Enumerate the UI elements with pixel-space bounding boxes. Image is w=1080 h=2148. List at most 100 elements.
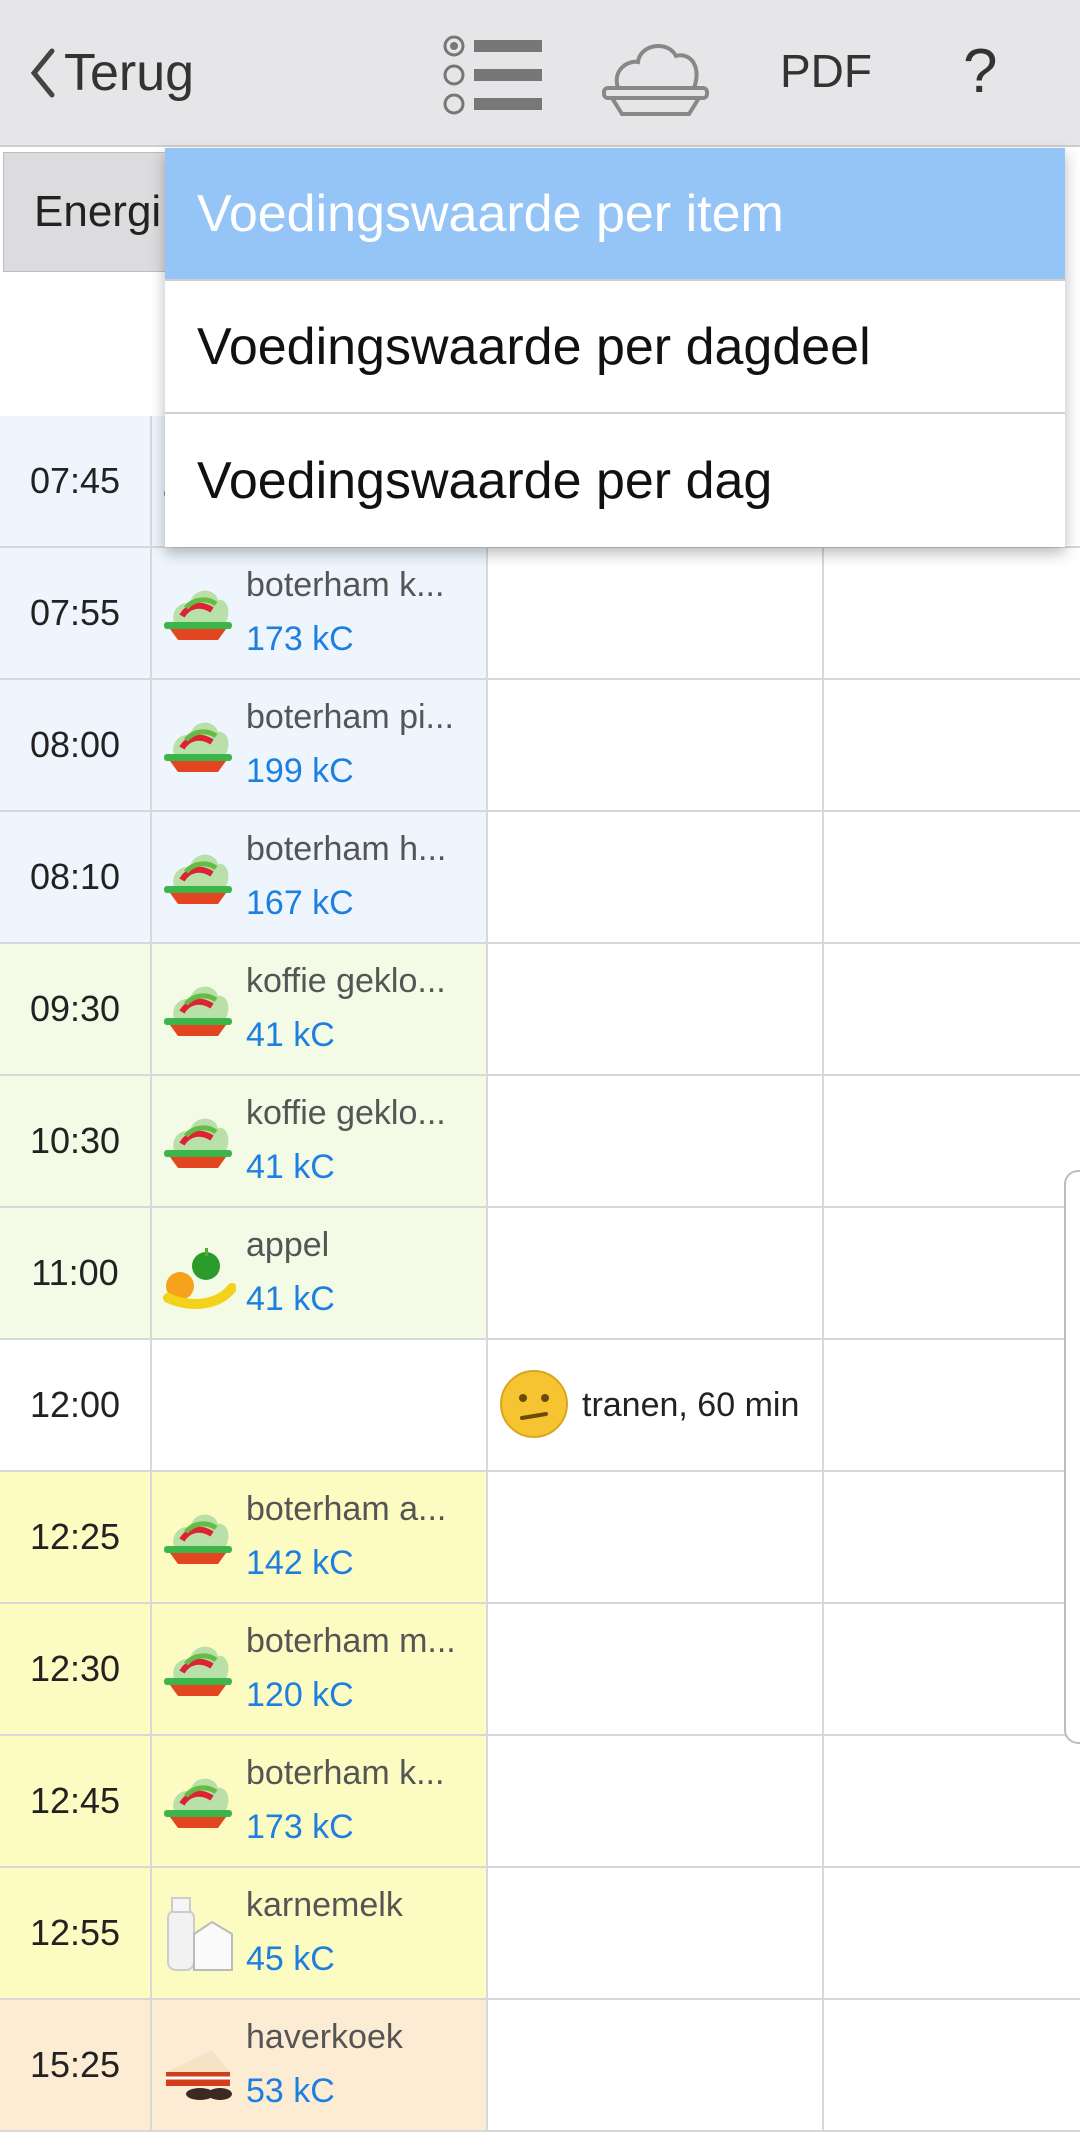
meal-icon [160, 972, 236, 1048]
time-cell: 08:10 [0, 812, 152, 942]
food-cell[interactable]: boterham h... 167 kC [152, 812, 488, 942]
food-calories: 41 kC [246, 1280, 335, 1318]
food-cell[interactable]: boterham k... 173 kC [152, 1736, 488, 1866]
mood-text: tranen, 60 min [582, 1386, 800, 1424]
food-cell[interactable]: boterham pi... 199 kC [152, 680, 488, 810]
time-cell: 08:00 [0, 680, 152, 810]
back-label: Terug [64, 44, 195, 102]
table-row[interactable]: 10:30 koffie geklo... 41 kC [0, 1076, 1080, 1208]
chevron-left-icon [30, 48, 55, 98]
table-row[interactable]: 12:45 boterham k... 173 kC [0, 1736, 1080, 1868]
back-button[interactable]: Terug [28, 38, 194, 108]
food-name: haverkoek [246, 2018, 403, 2056]
mood-cell [488, 1208, 824, 1338]
time-cell: 10:30 [0, 1076, 152, 1206]
food-name: boterham pi... [246, 698, 454, 736]
extra-cell [824, 1076, 1080, 1206]
scroll-handle[interactable] [1064, 1170, 1080, 1744]
time-cell: 07:55 [0, 548, 152, 678]
meal-icon [160, 1104, 236, 1180]
food-name: boterham k... [246, 566, 445, 604]
food-calories: 41 kC [246, 1016, 335, 1054]
time-cell: 09:30 [0, 944, 152, 1074]
food-name: boterham a... [246, 1490, 447, 1528]
food-calories: 167 kC [246, 884, 354, 922]
milk-icon [160, 1896, 236, 1972]
time-cell: 12:45 [0, 1736, 152, 1866]
dropdown-item-per-dag[interactable]: Voedingswaarde per dag [165, 414, 1065, 547]
table-row[interactable]: 08:10 boterham h... 167 kC [0, 812, 1080, 944]
food-calories: 199 kC [246, 752, 354, 790]
extra-cell [824, 1736, 1080, 1866]
extra-cell [824, 1472, 1080, 1602]
mood-cell [488, 680, 824, 810]
meal-icon [160, 1500, 236, 1576]
meal-icon [160, 576, 236, 652]
food-calories: 142 kC [246, 1544, 354, 1582]
mood-cell [488, 812, 824, 942]
food-calories: 41 kC [246, 1148, 335, 1186]
top-bar: Terug PDF ? [0, 0, 1080, 147]
list-icon[interactable] [440, 34, 545, 116]
meal-icon [160, 1764, 236, 1840]
food-name: boterham h... [246, 830, 447, 868]
cake-icon [160, 2028, 236, 2104]
help-button[interactable]: ? [963, 36, 997, 107]
dropdown-item-per-item[interactable]: Voedingswaarde per item [165, 148, 1065, 281]
extra-cell [824, 812, 1080, 942]
food-name: appel [246, 1226, 330, 1264]
table-row[interactable]: 12:55 karnemelk 45 kC [0, 1868, 1080, 2000]
meal-icon [160, 840, 236, 916]
extra-cell [824, 2000, 1080, 2130]
extra-cell [824, 1208, 1080, 1338]
mood-cell[interactable]: tranen, 60 min [488, 1340, 824, 1470]
extra-cell [824, 1868, 1080, 1998]
app-screen: Terug PDF ? Energi 07:45 07:55 boterham k.… [0, 0, 1080, 2148]
table-row[interactable]: 12:00 tranen, 60 min [0, 1340, 1080, 1472]
food-cell[interactable]: koffie geklo... 41 kC [152, 944, 488, 1074]
table-row[interactable]: 12:30 boterham m... 120 kC [0, 1604, 1080, 1736]
food-cell[interactable]: boterham a... 142 kC [152, 1472, 488, 1602]
food-cell[interactable]: boterham m... 120 kC [152, 1604, 488, 1734]
food-calories: 173 kC [246, 1808, 354, 1846]
table-row[interactable]: 11:00 appel 41 kC [0, 1208, 1080, 1340]
food-name: koffie geklo... [246, 1094, 446, 1132]
table-row[interactable]: 15:25 haverkoek 53 kC [0, 2000, 1080, 2132]
mood-cell [488, 548, 824, 678]
time-cell: 12:55 [0, 1868, 152, 1998]
mood-cell [488, 1736, 824, 1866]
table-row[interactable]: 12:25 boterham a... 142 kC [0, 1472, 1080, 1604]
food-cell[interactable]: koffie geklo... 41 kC [152, 1076, 488, 1206]
pdf-button[interactable]: PDF [780, 44, 872, 98]
meal-cover-icon[interactable] [598, 30, 713, 120]
time-cell: 07:45 [0, 416, 152, 546]
time-cell: 11:00 [0, 1208, 152, 1338]
food-cell[interactable]: appel 41 kC [152, 1208, 488, 1338]
extra-cell [824, 548, 1080, 678]
mood-cell [488, 1472, 824, 1602]
mood-cell [488, 944, 824, 1074]
confused-face-icon [498, 1368, 570, 1440]
mood-cell [488, 1604, 824, 1734]
extra-cell [824, 1340, 1080, 1470]
table-row[interactable]: 08:00 boterham pi... 199 kC [0, 680, 1080, 812]
food-name: karnemelk [246, 1886, 403, 1924]
food-cell[interactable]: haverkoek 53 kC [152, 2000, 488, 2130]
extra-cell [824, 944, 1080, 1074]
mood-cell [488, 1076, 824, 1206]
food-calories: 173 kC [246, 620, 354, 658]
meal-icon [160, 1632, 236, 1708]
nutrition-view-dropdown: Voedingswaarde per item Voedingswaarde p… [165, 148, 1065, 547]
table-row[interactable]: 07:55 boterham k... 173 kC [0, 548, 1080, 680]
mood-cell [488, 1868, 824, 1998]
table-row[interactable]: 09:30 koffie geklo... 41 kC [0, 944, 1080, 1076]
time-cell: 12:30 [0, 1604, 152, 1734]
time-cell: 15:25 [0, 2000, 152, 2130]
food-name: koffie geklo... [246, 962, 446, 1000]
dropdown-item-per-dagdeel[interactable]: Voedingswaarde per dagdeel [165, 281, 1065, 414]
food-name: boterham k... [246, 1754, 445, 1792]
food-cell[interactable]: boterham k... 173 kC [152, 548, 488, 678]
time-cell: 12:00 [0, 1340, 152, 1470]
food-cell[interactable]: karnemelk 45 kC [152, 1868, 488, 1998]
food-calories: 53 kC [246, 2072, 335, 2110]
